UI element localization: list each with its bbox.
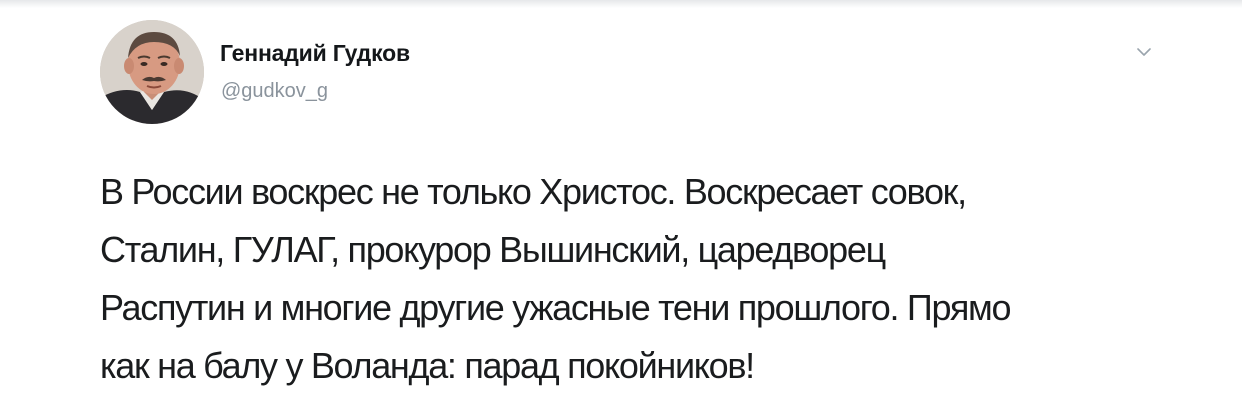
tweet-menu-button[interactable] — [1132, 40, 1156, 64]
avatar[interactable] — [100, 20, 204, 124]
top-divider — [0, 0, 1242, 8]
tweet-text: В России воскрес не только Христос. Воск… — [100, 171, 1011, 386]
author-name[interactable]: Геннадий Гудков — [220, 40, 410, 67]
avatar-photo-icon — [100, 20, 204, 124]
tweet-card: Геннадий Гудков @gudkov_g В России воскр… — [0, 0, 1242, 405]
chevron-down-icon — [1137, 48, 1151, 56]
author-handle[interactable]: @gudkov_g — [221, 80, 328, 103]
